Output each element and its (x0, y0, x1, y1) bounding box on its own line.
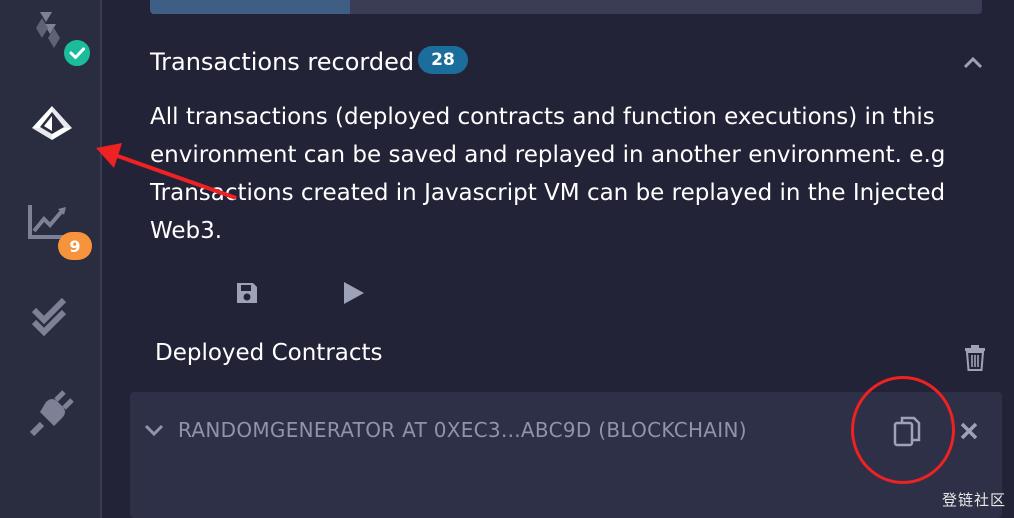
deploy-run-icon[interactable] (22, 98, 82, 158)
play-icon[interactable] (340, 280, 366, 306)
test-icon[interactable] (22, 290, 82, 350)
watermark: 登链社区 (941, 491, 1006, 509)
deployed-contracts-title: Deployed Contracts (155, 340, 383, 366)
annotation-circle (851, 376, 955, 484)
trash-icon[interactable] (962, 344, 988, 372)
close-icon[interactable] (958, 420, 980, 442)
compile-success-badge (62, 38, 92, 68)
chevron-up-icon[interactable] (962, 54, 984, 70)
analysis-badge: 9 (58, 232, 92, 260)
environment-bar-fill (150, 0, 350, 14)
save-icon[interactable] (234, 280, 260, 306)
plugin-icon[interactable] (22, 384, 82, 444)
transactions-title: Transactions recorded (150, 48, 415, 76)
chevron-down-icon[interactable] (143, 422, 165, 438)
environment-bar (150, 0, 982, 14)
transactions-description: All transactions (deployed contracts and… (150, 104, 946, 244)
transactions-count-badge: 28 (418, 46, 468, 74)
icon-rail: 9 (0, 0, 102, 518)
contract-name[interactable]: RANDOMGENERATOR AT 0XEC3...ABC9D (BLOCKC… (178, 418, 747, 442)
